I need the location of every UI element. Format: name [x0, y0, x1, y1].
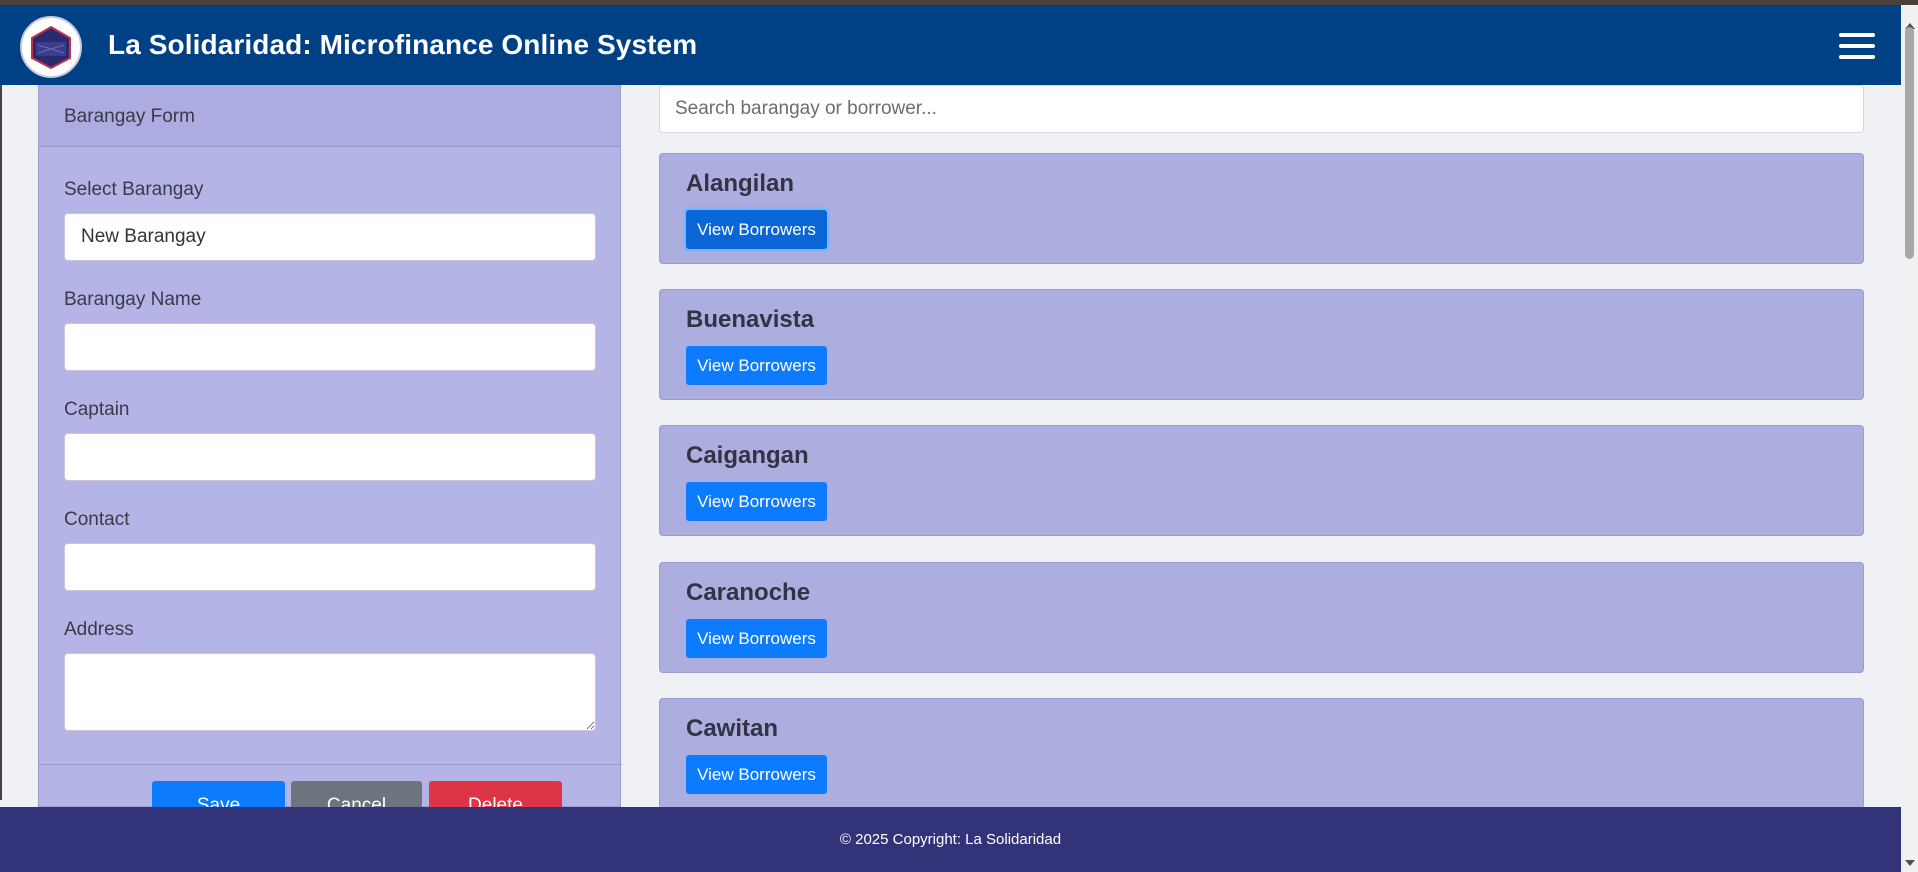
barangay-name-input[interactable] — [64, 323, 596, 371]
scroll-down-arrow-icon[interactable] — [1905, 860, 1915, 866]
barangay-name-label: Barangay Name — [64, 289, 202, 310]
address-textarea[interactable] — [64, 653, 596, 731]
barangay-form-card: Barangay Form Select Barangay New Barang… — [38, 85, 622, 821]
barangay-name: Buenavista — [686, 306, 815, 333]
select-barangay-dropdown[interactable]: New Barangay — [64, 213, 596, 261]
left-edge-divider — [0, 85, 2, 800]
search-input[interactable] — [659, 85, 1864, 133]
barangay-name: Caranoche — [686, 579, 811, 606]
contact-label: Contact — [64, 509, 130, 530]
contact-input[interactable] — [64, 543, 596, 591]
barangay-card-caigangan: Caigangan View Borrowers — [659, 425, 1864, 536]
view-borrowers-button[interactable]: View Borrowers — [686, 210, 827, 249]
captain-input[interactable] — [64, 433, 596, 481]
barangay-name: Cawitan — [686, 715, 779, 742]
barangay-name: Caigangan — [686, 442, 809, 469]
view-borrowers-button[interactable]: View Borrowers — [686, 619, 827, 658]
barangay-card-alangilan: Alangilan View Borrowers — [659, 153, 1864, 264]
copyright-text: © 2025 Copyright: La Solidaridad — [839, 831, 1062, 848]
barangay-name: Alangilan — [686, 170, 795, 197]
captain-label: Captain — [64, 399, 130, 420]
barangay-card-buenavista: Buenavista View Borrowers — [659, 289, 1864, 400]
page-title: La Solidaridad: Microfinance Online Syst… — [108, 29, 698, 60]
view-borrowers-button[interactable]: View Borrowers — [686, 482, 827, 521]
vertical-scrollbar[interactable] — [1901, 5, 1918, 872]
form-body: Select Barangay New Barangay Barangay Na… — [39, 179, 620, 731]
page-footer: © 2025 Copyright: La Solidaridad — [0, 807, 1901, 872]
hamburger-menu-icon[interactable] — [1839, 33, 1875, 59]
view-borrowers-button[interactable]: View Borrowers — [686, 755, 827, 794]
logo[interactable] — [20, 16, 82, 78]
barangay-card-cawitan: Cawitan View Borrowers — [659, 698, 1864, 809]
select-barangay-label: Select Barangay — [64, 179, 204, 200]
form-footer: Save Cancel Delete — [39, 764, 622, 821]
form-header: Barangay Form — [39, 85, 620, 147]
barangay-card-caranoche: Caranoche View Borrowers — [659, 562, 1864, 673]
logo-emblem-icon — [24, 20, 78, 74]
view-borrowers-button[interactable]: View Borrowers — [686, 346, 827, 385]
scrollbar-thumb[interactable] — [1905, 27, 1914, 259]
address-label: Address — [64, 619, 134, 640]
navbar: La Solidaridad: Microfinance Online Syst… — [0, 5, 1901, 85]
